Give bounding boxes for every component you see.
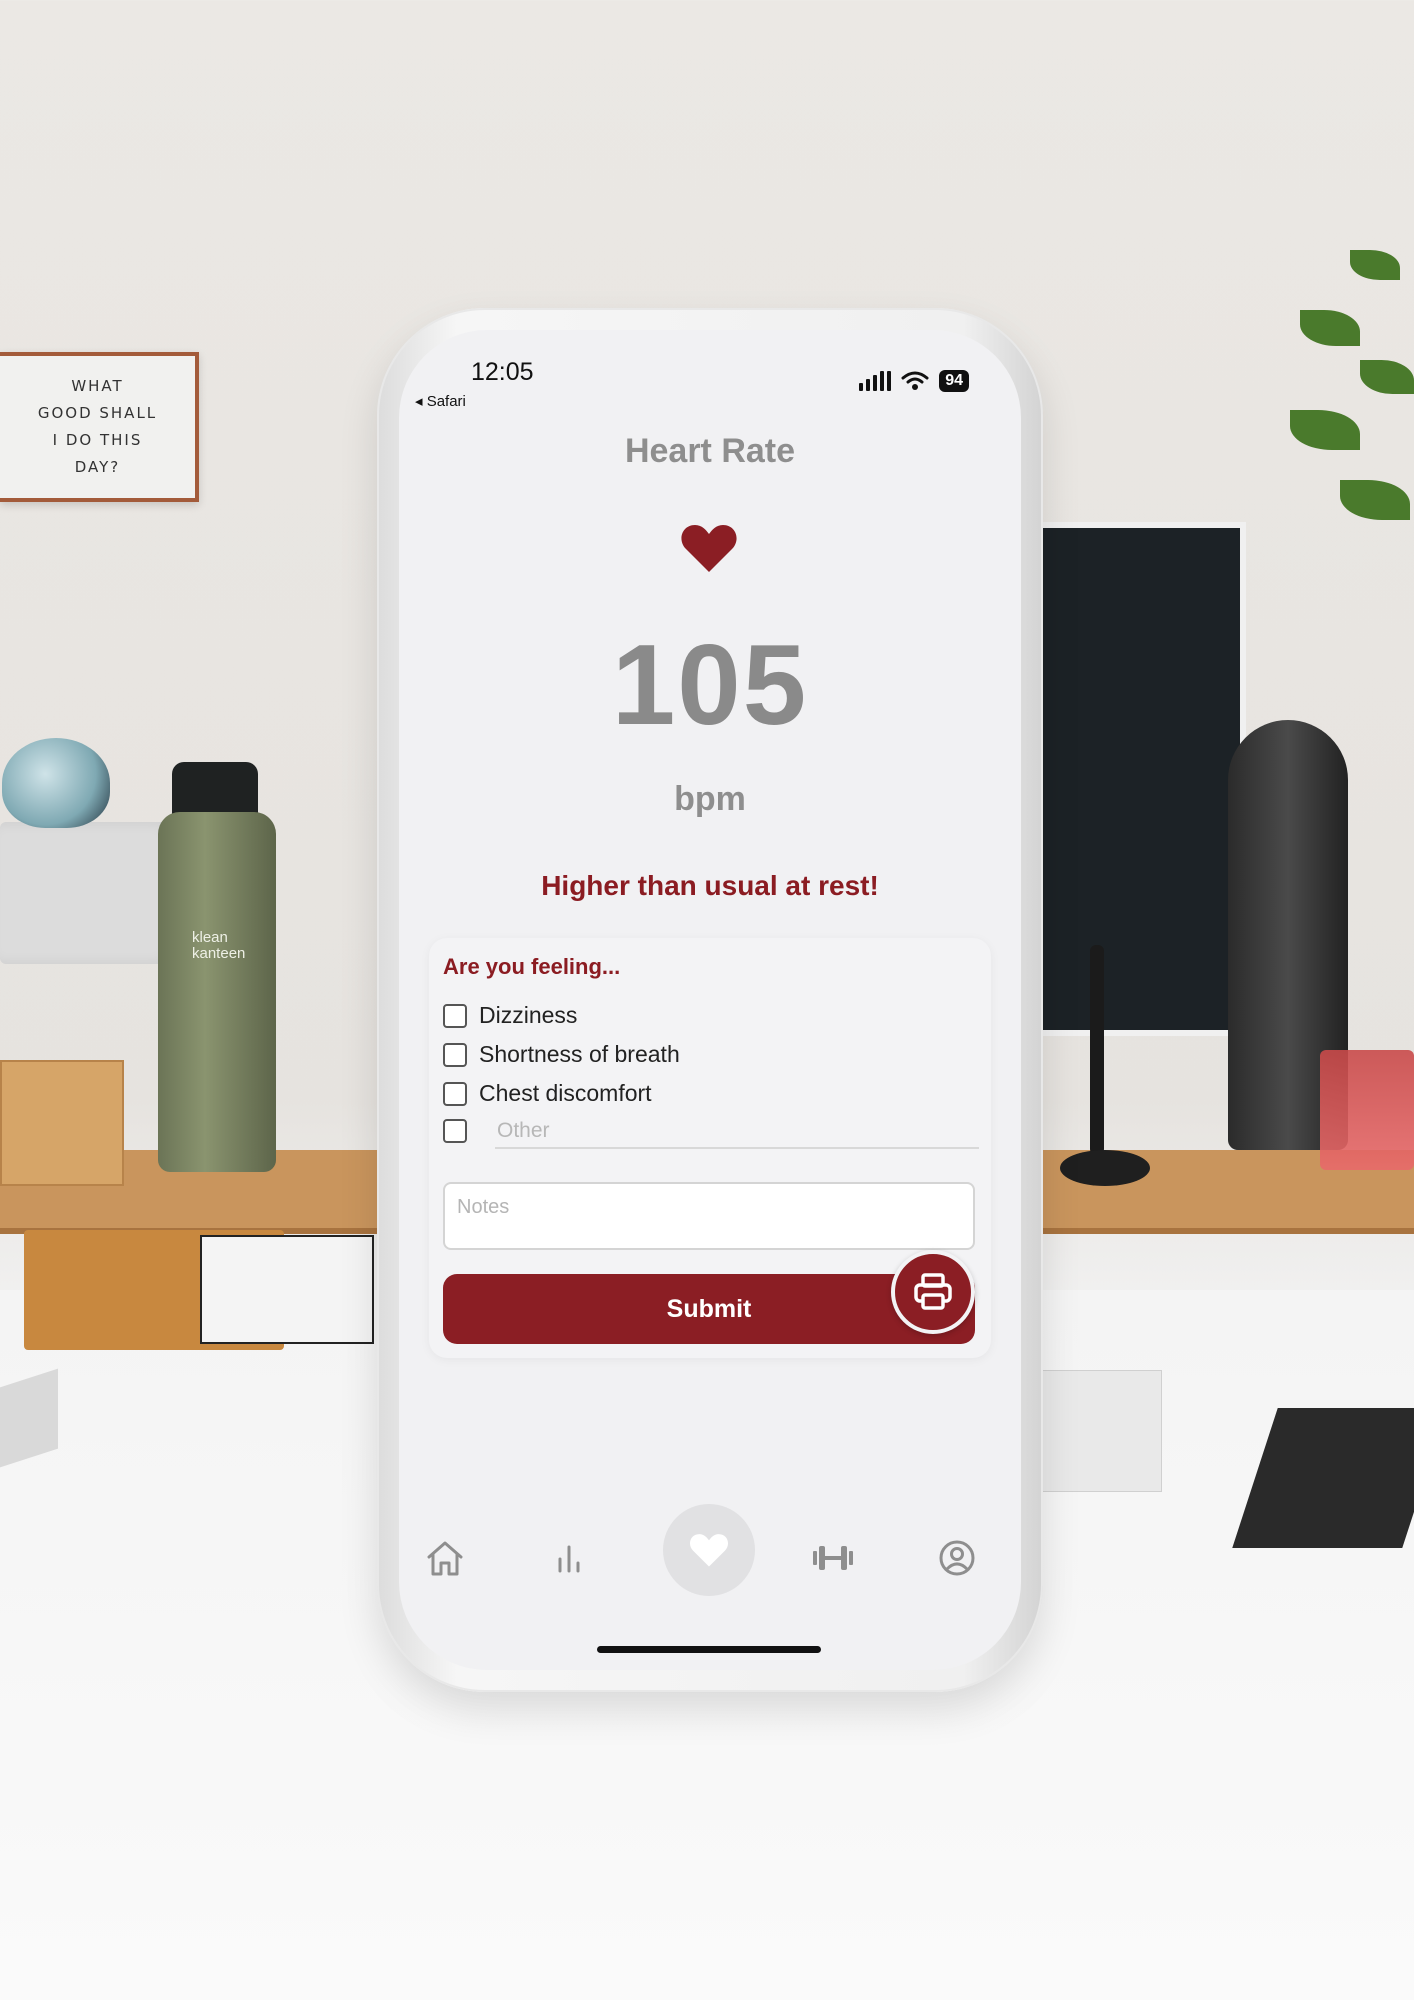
bar-chart-icon <box>558 1545 580 1573</box>
lamp-stand <box>1090 945 1104 1155</box>
option-label: Shortness of breath <box>479 1041 680 1067</box>
tab-profile[interactable] <box>935 1536 979 1580</box>
wifi-icon <box>901 371 929 390</box>
plant <box>1280 250 1414 590</box>
option-other[interactable] <box>443 1119 467 1143</box>
option-label: Chest discomfort <box>479 1080 652 1106</box>
tab-bar <box>399 1504 1021 1600</box>
option-shortness-of-breath[interactable]: Shortness of breath <box>443 1041 680 1068</box>
sign-line: WHAT <box>71 377 124 395</box>
tab-stats[interactable] <box>547 1536 591 1580</box>
page-title: Heart Rate <box>624 432 796 470</box>
lamp-base <box>1060 1150 1150 1186</box>
heart-rate-alert: Higher than usual at rest! <box>541 870 879 901</box>
white-box <box>200 1235 374 1344</box>
option-label: Dizziness <box>479 1002 578 1028</box>
symptom-form: Are you feeling... Dizziness Shortness o… <box>429 938 991 1358</box>
heart-icon <box>681 525 737 572</box>
print-button[interactable] <box>891 1250 975 1334</box>
tab-workouts[interactable] <box>811 1536 855 1580</box>
tab-home[interactable] <box>423 1536 467 1580</box>
checkbox[interactable] <box>443 1003 467 1028</box>
sign-line: GOOD SHALL <box>37 404 158 422</box>
phone-frame: 12:05 ◂ Safari 94 Heart Rate 105 bpm Hig… <box>377 308 1043 1692</box>
heart-rate-unit: bpm <box>674 780 746 818</box>
app-screen: 12:05 ◂ Safari 94 Heart Rate 105 bpm Hig… <box>399 330 1021 1670</box>
form-question: Are you feeling... <box>443 954 621 979</box>
bottle-brand: klean kanteen <box>192 929 246 962</box>
checkbox[interactable] <box>443 1119 467 1143</box>
vase <box>2 738 110 828</box>
option-dizziness[interactable]: Dizziness <box>443 1002 577 1029</box>
home-indicator[interactable] <box>597 1646 821 1653</box>
option-chest-discomfort[interactable]: Chest discomfort <box>443 1080 652 1107</box>
tab-heart-rate[interactable] <box>663 1504 755 1596</box>
heart-icon <box>689 1534 729 1567</box>
back-to-safari-link[interactable]: ◂ Safari <box>415 392 466 410</box>
wooden-box <box>0 1060 124 1186</box>
keyboard <box>1040 1370 1162 1492</box>
water-bottle <box>158 812 276 1172</box>
candle-glass <box>1320 1050 1414 1170</box>
sign-line: I DO THIS <box>52 431 143 449</box>
sign-line: DAY? <box>74 458 121 476</box>
notes-field[interactable] <box>443 1182 975 1250</box>
other-symptom-input[interactable] <box>495 1115 979 1149</box>
speaker <box>0 822 178 964</box>
monitor <box>1040 522 1246 1036</box>
signal-icon <box>859 371 892 391</box>
status-indicators: 94 <box>859 370 969 392</box>
printer-icon <box>914 1273 952 1310</box>
checkbox[interactable] <box>443 1081 467 1106</box>
battery-indicator: 94 <box>939 370 969 392</box>
checkbox[interactable] <box>443 1042 467 1067</box>
home-icon <box>427 1541 463 1576</box>
heart-rate-value: 105 <box>611 622 809 749</box>
status-time: 12:05 <box>471 358 534 386</box>
wall-sign: WHAT GOOD SHALL I DO THIS DAY? <box>0 352 199 502</box>
dumbbell-icon <box>813 1546 853 1570</box>
profile-icon <box>939 1540 975 1576</box>
